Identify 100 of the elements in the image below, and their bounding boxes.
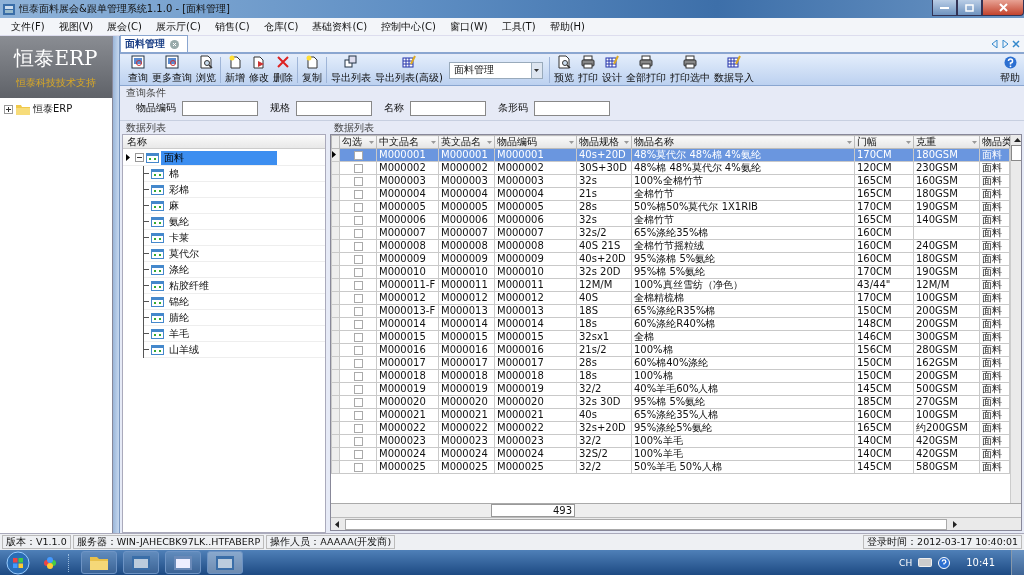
checkbox[interactable] [353, 176, 363, 186]
tree-item[interactable]: 腈纶 [166, 310, 192, 325]
input-field[interactable] [410, 100, 486, 116]
column-header[interactable]: 物品名称 [631, 135, 855, 149]
checkbox[interactable] [353, 163, 363, 173]
show-desktop-button[interactable] [1011, 550, 1024, 575]
close-icon[interactable] [170, 39, 179, 49]
checkbox[interactable] [353, 306, 363, 316]
column-header[interactable]: 门幅 [854, 135, 914, 149]
toolbar-button[interactable]: 删除 [271, 55, 295, 85]
toolbar-button[interactable]: 更多查询 [150, 55, 194, 85]
start-button[interactable] [6, 550, 30, 575]
help-button[interactable]: 帮助 [998, 55, 1022, 85]
checkbox[interactable] [353, 293, 363, 303]
document-tab[interactable]: 面料管理 [120, 35, 188, 52]
tree-item[interactable]: 棉 [166, 166, 182, 181]
checkbox[interactable] [353, 254, 363, 264]
vertical-scrollbar[interactable] [1010, 135, 1021, 503]
toolbar-button[interactable]: 新增 [223, 55, 247, 85]
scroll-thumb[interactable] [1011, 145, 1021, 161]
tree-item[interactable]: 麻 [166, 198, 182, 213]
taskbar-app-button[interactable] [207, 551, 243, 574]
close-icon[interactable] [1012, 40, 1020, 48]
tree-item[interactable]: 涤纶 [166, 262, 192, 277]
filter-arrow-icon[interactable] [369, 140, 374, 144]
collapse-icon[interactable] [135, 153, 144, 162]
toolbar-button[interactable]: 打印选中 [667, 55, 712, 85]
toolbar-button[interactable]: 数据导入 [711, 55, 756, 85]
horizontal-scrollbar[interactable] [331, 517, 1021, 530]
checkbox[interactable] [353, 332, 363, 342]
toolbar-button[interactable]: 浏览 [194, 55, 218, 85]
menu-item[interactable]: 视图(V) [51, 19, 101, 34]
toolbar-button[interactable]: 全部打印 [623, 55, 668, 85]
toolbar-button[interactable]: 复制 [300, 55, 324, 85]
input-field[interactable] [182, 100, 258, 116]
scroll-left-icon[interactable] [335, 520, 339, 528]
previous-icon[interactable] [992, 40, 998, 48]
column-header[interactable]: 英文品名 [438, 135, 495, 149]
menu-item[interactable]: 基础资料(C) [305, 19, 375, 34]
filter-arrow-icon[interactable] [847, 140, 852, 144]
filter-arrow-icon[interactable] [624, 140, 629, 144]
tree-item[interactable]: 山羊绒 [166, 342, 202, 357]
checkbox[interactable] [353, 397, 363, 407]
checkbox[interactable] [353, 280, 363, 290]
toolbar-button[interactable]: 设计 [599, 55, 624, 85]
toolbar-button[interactable]: 查询 [126, 55, 150, 85]
tree-item[interactable]: 面料 [161, 150, 277, 165]
toolbar-button[interactable]: 打印 [575, 55, 600, 85]
checkbox[interactable] [353, 241, 363, 251]
keyboard-icon[interactable] [918, 558, 933, 567]
toolbar-button[interactable]: 导出列表(高级) [373, 55, 445, 85]
column-header[interactable]: 克重 [913, 135, 980, 149]
filter-arrow-icon[interactable] [569, 140, 574, 144]
help-icon[interactable] [938, 556, 951, 569]
tree-item[interactable]: 羊毛 [166, 326, 192, 341]
menu-item[interactable]: 仓库(C) [256, 19, 306, 34]
menu-item[interactable]: 展会(C) [100, 19, 149, 34]
scroll-up-icon[interactable] [1013, 138, 1021, 142]
tree-item[interactable]: 氨纶 [166, 214, 192, 229]
toolbar-button[interactable]: 导出列表 [329, 55, 373, 85]
menu-item[interactable]: 文件(F) [4, 19, 52, 34]
tree-item[interactable]: 莫代尔 [166, 246, 202, 261]
menu-item[interactable]: 控制中心(C) [374, 19, 443, 34]
taskbar-app-button[interactable] [123, 551, 159, 574]
checkbox[interactable] [353, 345, 363, 355]
filter-arrow-icon[interactable] [487, 140, 492, 144]
checkbox[interactable] [353, 319, 363, 329]
checkbox[interactable] [353, 449, 363, 459]
scroll-thumb[interactable] [345, 518, 947, 530]
maximize-button[interactable] [957, 0, 982, 16]
expand-icon[interactable] [4, 104, 13, 114]
column-header[interactable]: 物品规格 [576, 135, 632, 149]
checkbox[interactable] [353, 215, 363, 225]
checkbox[interactable] [353, 189, 363, 199]
minimize-button[interactable] [932, 0, 957, 16]
checkbox[interactable] [353, 462, 363, 472]
checkbox[interactable] [353, 267, 363, 277]
taskbar-app-button[interactable] [81, 551, 117, 574]
menu-item[interactable]: 窗口(W) [443, 19, 495, 34]
scroll-right-icon[interactable] [953, 520, 957, 528]
menu-item[interactable]: 销售(C) [207, 19, 257, 34]
filter-arrow-icon[interactable] [431, 140, 436, 144]
column-header[interactable]: 物品类 [979, 135, 1010, 149]
checkbox[interactable] [353, 228, 363, 238]
tree-item[interactable]: 卡莱 [166, 230, 192, 245]
column-header[interactable]: 中文品名 [376, 135, 439, 149]
checkbox[interactable] [353, 358, 363, 368]
splitter-bar[interactable] [113, 36, 120, 533]
toolbar-button[interactable]: 修改 [247, 55, 271, 85]
column-header[interactable]: 物品编码 [494, 135, 577, 149]
tree-item[interactable]: 锦纶 [166, 294, 192, 309]
toolbar-button[interactable]: 预览 [551, 55, 576, 85]
filter-arrow-icon[interactable] [906, 140, 911, 144]
menu-item[interactable]: 工具(T) [494, 19, 543, 34]
menu-item[interactable]: 展示厅(C) [149, 19, 208, 34]
module-dropdown[interactable]: 面料管理 [448, 61, 543, 79]
column-header[interactable]: 勾选 [339, 135, 377, 149]
language-indicator[interactable]: CH [899, 557, 913, 568]
checkbox[interactable] [353, 150, 363, 160]
checkbox[interactable] [353, 436, 363, 446]
